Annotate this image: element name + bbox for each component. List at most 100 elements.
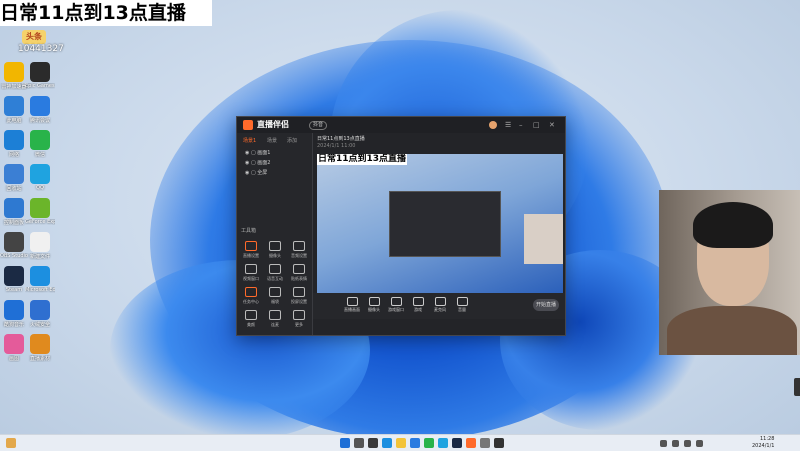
scene-item[interactable]: ◉ ▢ 全屏 (245, 169, 267, 176)
stream-title[interactable]: 日常11点到13点直播 (317, 135, 365, 142)
webcam-feed (659, 190, 800, 355)
tool-item[interactable]: 摄像头 (265, 241, 285, 259)
tool-item[interactable]: 音频设置 (289, 241, 309, 259)
epic-icon[interactable] (30, 62, 50, 82)
explorer-icon[interactable] (396, 438, 406, 448)
tab-scene[interactable]: 场景 (267, 137, 277, 144)
tool-icon (293, 287, 305, 297)
live-preview[interactable]: 日常11点到13点直播 (317, 154, 563, 310)
tool-item[interactable]: 视频窗口 (241, 264, 261, 282)
scene-item[interactable]: ◉ ▢ 画面2 (245, 159, 270, 166)
bottom-tool[interactable]: 音量 (451, 297, 473, 313)
task-view-icon[interactable] (368, 438, 378, 448)
live-app-icon[interactable] (466, 438, 476, 448)
geforce-icon[interactable] (30, 198, 50, 218)
file-icon[interactable] (30, 232, 50, 252)
start-icon[interactable] (340, 438, 350, 448)
leigod-icon[interactable] (4, 62, 24, 82)
chevron-up-icon[interactable] (660, 440, 667, 447)
left-panel: 场景1 场景 添加 ◉ ▢ 画面1 ◉ ▢ 画面2 ◉ ▢ 全屏 工具箱 直播设… (237, 133, 313, 335)
steam-icon[interactable] (452, 438, 462, 448)
tool-icon (245, 241, 257, 251)
obs-icon[interactable] (494, 438, 504, 448)
menu-icon[interactable]: ☰ (505, 120, 511, 130)
stream-overlay-title: 日常11点到13点直播 (0, 0, 212, 26)
bottom-tool[interactable]: 游戏窗口 (385, 297, 407, 313)
wechat-icon[interactable] (424, 438, 434, 448)
tool-icon (245, 310, 257, 320)
tencent-meeting-icon[interactable] (30, 96, 50, 116)
titlebar[interactable]: 直播伴侣 抖音 ☰ – □ ✕ (237, 117, 565, 133)
nested-webcam-preview (524, 214, 563, 264)
edge-icon[interactable] (30, 266, 50, 286)
steam-icon[interactable] (4, 266, 24, 286)
tool-item[interactable]: 任务中心 (241, 287, 261, 305)
clock-date[interactable]: 2024/1/1 (752, 443, 774, 449)
desktop-icon-label: 火绒安全 (29, 322, 50, 328)
bottom-tool[interactable]: 游戏 (407, 297, 429, 313)
tool-item[interactable]: 贴纸表情 (289, 264, 309, 282)
wifi-icon[interactable] (672, 440, 679, 447)
minimize-icon[interactable]: – (519, 120, 523, 130)
tab-scene-1[interactable]: 场景1 (243, 137, 256, 144)
this-pc-icon[interactable] (4, 96, 24, 116)
network-icon[interactable] (4, 130, 24, 150)
app-name: 直播伴侣 (257, 120, 289, 129)
bottom-tool[interactable]: 麦克风 (429, 297, 451, 313)
live-companion-window[interactable]: 直播伴侣 抖音 ☰ – □ ✕ 场景1 场景 添加 ◉ ▢ 画面1 ◉ ▢ 画面… (236, 116, 566, 336)
battery-icon[interactable] (696, 440, 703, 447)
kugou-icon[interactable] (4, 300, 24, 320)
bottom-tool-icon (434, 297, 446, 306)
start-live-button[interactable]: 开始直播 (533, 299, 559, 311)
folder-icon[interactable] (30, 334, 50, 354)
platform-tag[interactable]: 抖音 (309, 121, 328, 130)
bottom-tool[interactable]: 直播画面 (341, 297, 363, 313)
search-icon[interactable] (354, 438, 364, 448)
edge-icon[interactable] (382, 438, 392, 448)
settings-icon[interactable] (480, 438, 490, 448)
qq-icon[interactable] (30, 164, 50, 184)
tool-item[interactable]: 美颜 (241, 310, 261, 328)
recycle-bin-icon[interactable] (4, 164, 24, 184)
bottom-tool-label: 游戏窗口 (388, 307, 404, 312)
tool-label: 贴纸表情 (291, 276, 307, 281)
store-icon[interactable] (410, 438, 420, 448)
tool-icon (245, 287, 257, 297)
desktop-icon-label: QQ (36, 185, 44, 191)
tool-item[interactable]: 语音互动 (265, 264, 285, 282)
tool-icon (269, 264, 281, 274)
shirt (667, 306, 797, 355)
tool-label: 任务中心 (243, 299, 259, 304)
tool-item[interactable]: 投屏设置 (289, 287, 309, 305)
color-icon[interactable] (4, 334, 24, 354)
tool-item[interactable]: 直播设置 (241, 241, 261, 259)
tool-icon (293, 310, 305, 320)
weather-icon[interactable] (6, 438, 16, 448)
scene-item[interactable]: ◉ ▢ 画面1 (245, 149, 270, 156)
security-icon[interactable] (30, 300, 50, 320)
tool-label: 投屏设置 (291, 299, 307, 304)
bottom-tool[interactable]: 摄像头 (363, 297, 385, 313)
control-panel-icon[interactable] (4, 198, 24, 218)
clock-time[interactable]: 11:28 (760, 436, 774, 442)
app-logo-icon (243, 120, 253, 130)
obs-icon[interactable] (4, 232, 24, 252)
close-icon[interactable]: ✕ (549, 120, 555, 130)
tool-label: 音频设置 (291, 253, 307, 258)
tool-label: 摄像头 (269, 253, 281, 258)
desktop-icon-label: 直播素材 (29, 356, 50, 362)
qq-icon[interactable] (438, 438, 448, 448)
volume-icon[interactable] (684, 440, 691, 447)
tool-item[interactable]: 连麦 (265, 310, 285, 328)
tool-label: 连麦 (271, 322, 279, 327)
bottom-tool-icon (456, 297, 468, 306)
maximize-icon[interactable]: □ (533, 120, 540, 130)
bottom-tool-icon (368, 297, 380, 306)
tab-add[interactable]: 添加 (287, 137, 297, 144)
avatar[interactable] (489, 121, 497, 129)
wechat-icon[interactable] (30, 130, 50, 150)
tool-item[interactable]: 福袋 (265, 287, 285, 305)
desktop-icon-label: 微信 (34, 152, 45, 158)
side-handle[interactable] (794, 378, 800, 396)
tool-item[interactable]: 更多 (289, 310, 309, 328)
